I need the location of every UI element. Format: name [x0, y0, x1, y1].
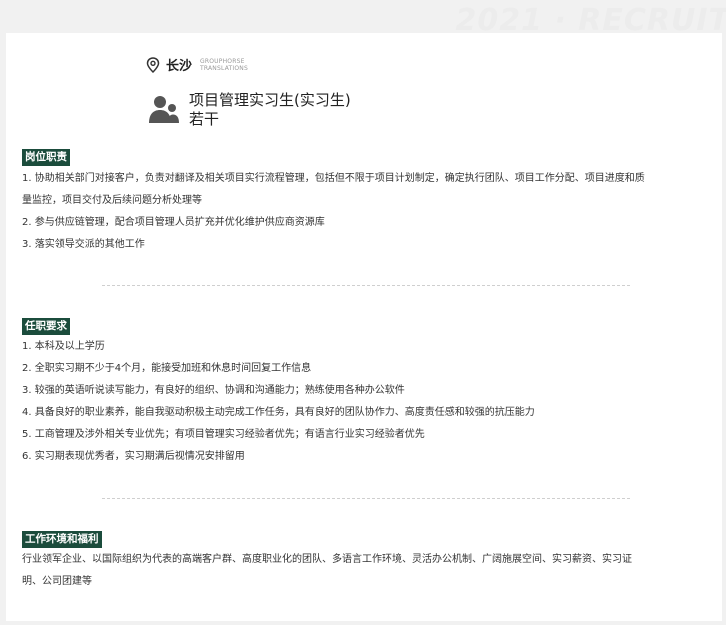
list-item: 明、公司团建等	[22, 576, 92, 587]
list-item: 量监控，项目交付及后续问题分析处理等	[22, 195, 202, 206]
job-title: 项目管理实习生(实习生)	[189, 91, 351, 109]
list-item: 3. 较强的英语听说读写能力，有良好的组织、协调和沟通能力；熟练使用各种办公软件	[22, 385, 405, 396]
requirements-list: 1. 本科及以上学历 2. 全职实习期不少于4个月，能接受加班和休息时间回复工作…	[22, 336, 712, 468]
list-item: 4. 具备良好的职业素养，能自我驱动积极主动完成工作任务，具有良好的团队协作力、…	[22, 407, 535, 418]
job-info: 项目管理实习生(实习生) 若干	[189, 91, 351, 129]
section-divider	[102, 285, 630, 286]
list-item: 6. 实习期表现优秀者，实习期满后视情况安排留用	[22, 451, 245, 462]
section-heading-requirements: 任职要求	[22, 318, 70, 335]
city-label: 长沙	[166, 59, 193, 74]
list-item: 1. 本科及以上学历	[22, 341, 105, 352]
brand-line-2: TRANSLATIONS	[200, 64, 248, 72]
list-item: 3. 落实领导交派的其他工作	[22, 239, 145, 250]
people-icon	[149, 96, 179, 123]
section-divider	[102, 498, 630, 499]
section-heading-duties: 岗位职责	[22, 149, 70, 166]
list-item: 2. 全职实习期不少于4个月，能接受加班和休息时间回复工作信息	[22, 363, 312, 374]
section-heading-benefits: 工作环境和福利	[22, 531, 102, 548]
job-headcount: 若干	[189, 110, 220, 128]
company-logo-text: GROUPHORSE TRANSLATIONS	[200, 58, 248, 72]
recruit-watermark: 2021 · RECRUIT	[455, 3, 726, 38]
brand-line-1: GROUPHORSE	[200, 57, 245, 65]
location-row: 长沙 GROUPHORSE TRANSLATIONS	[146, 55, 248, 74]
duties-list: 1. 协助相关部门对接客户，负责对翻译及相关项目实行流程管理，包括但不限于项目计…	[22, 168, 712, 256]
list-item: 2. 参与供应链管理，配合项目管理人员扩充并优化维护供应商资源库	[22, 217, 325, 228]
benefits-text: 行业领军企业、以国际组织为代表的高端客户群、高度职业化的团队、多语言工作环境、灵…	[22, 549, 712, 593]
map-pin-icon	[146, 56, 160, 73]
list-item: 5. 工商管理及涉外相关专业优先；有项目管理实习经验者优先；有语言行业实习经验者…	[22, 429, 425, 440]
list-item: 1. 协助相关部门对接客户，负责对翻译及相关项目实行流程管理，包括但不限于项目计…	[22, 173, 645, 184]
list-item: 行业领军企业、以国际组织为代表的高端客户群、高度职业化的团队、多语言工作环境、灵…	[22, 554, 632, 565]
job-header: 项目管理实习生(实习生) 若干	[148, 91, 351, 129]
job-card: 长沙 GROUPHORSE TRANSLATIONS 项目管理实习生(实习生) …	[6, 33, 722, 621]
